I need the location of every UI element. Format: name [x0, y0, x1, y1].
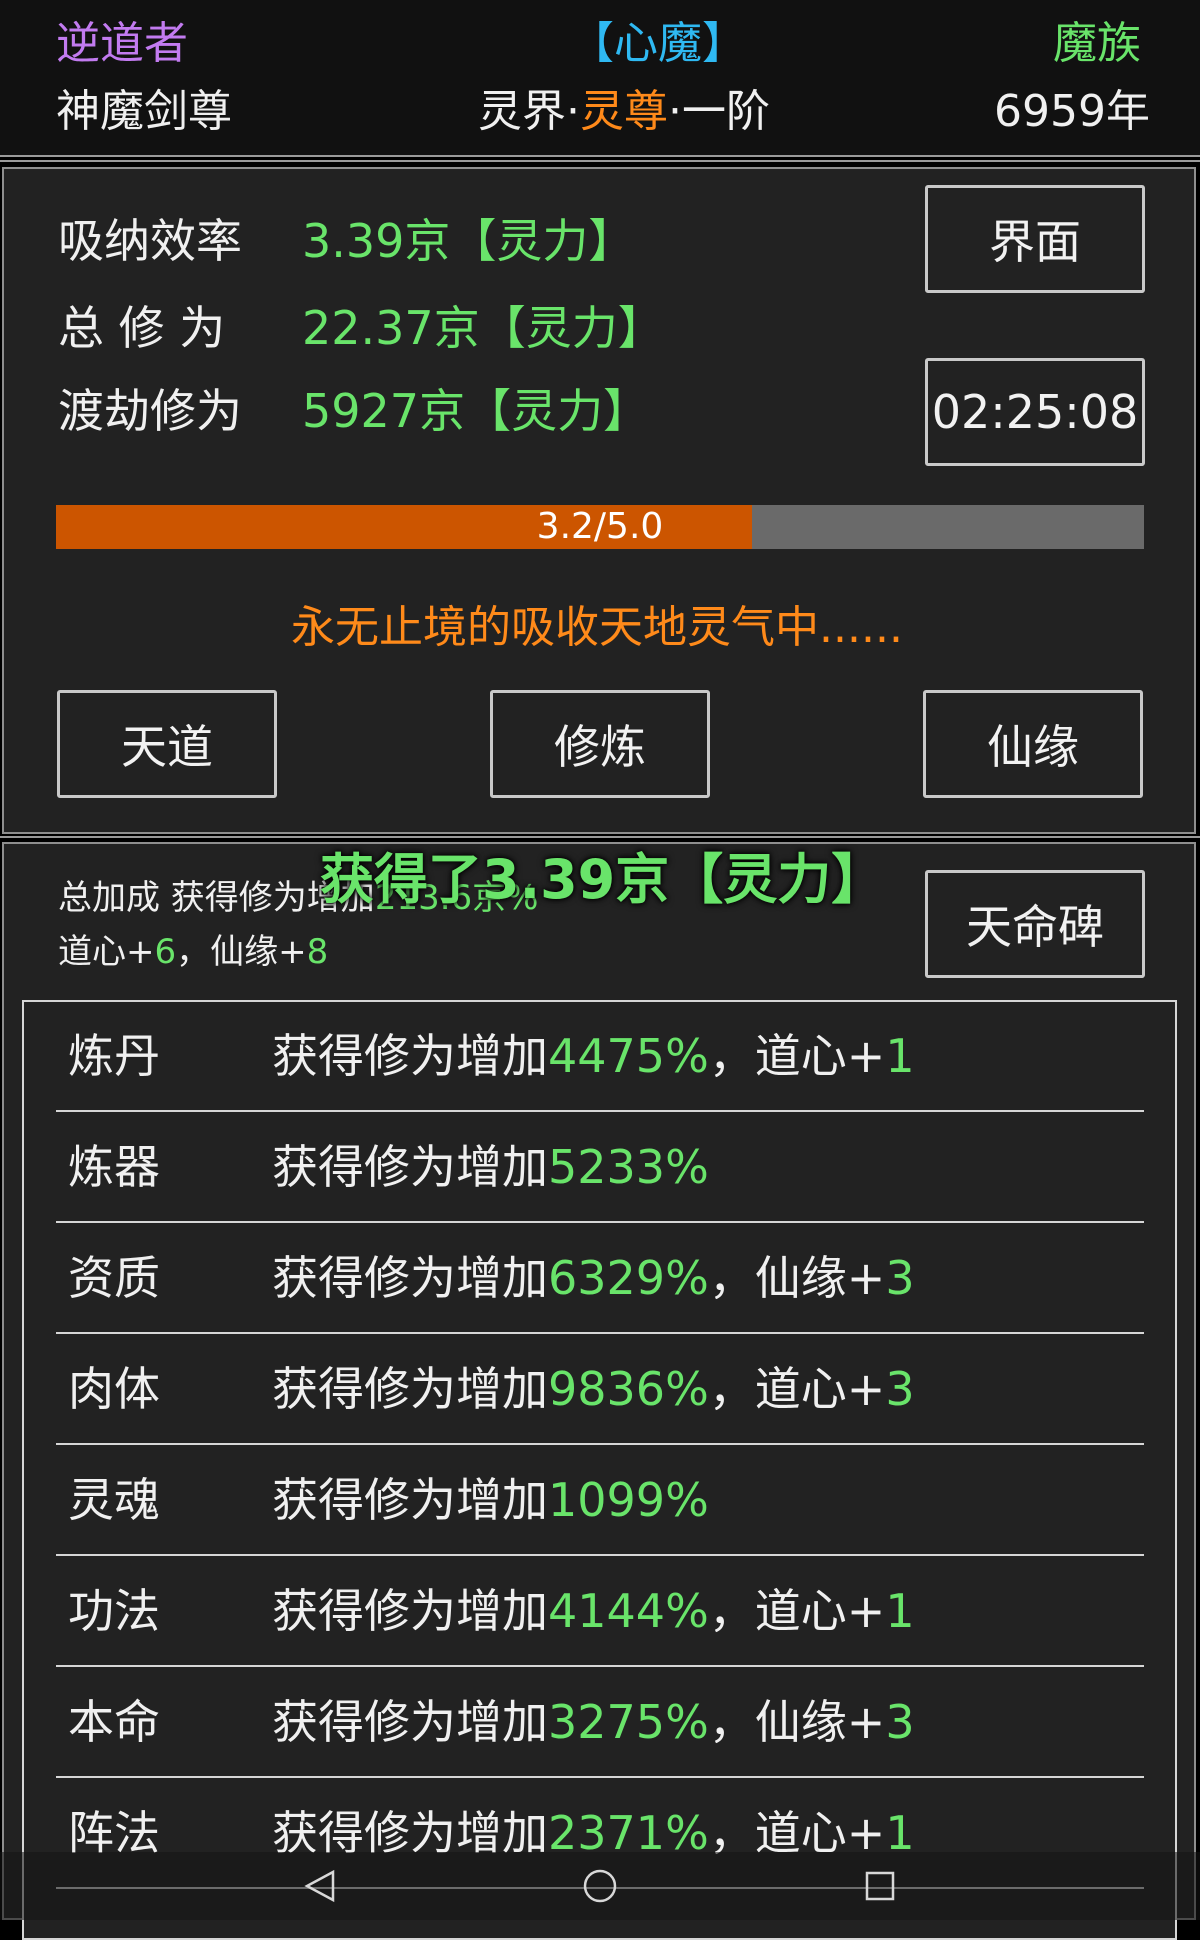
list-item-name: 资质 — [68, 1251, 160, 1305]
list-item-extra-value: 3 — [885, 1362, 915, 1416]
affliction-label: 【心魔】 — [570, 18, 746, 69]
panel-divider — [0, 836, 1200, 838]
list-item-desc-text: 获得修为增加 — [272, 1584, 548, 1638]
list-item-extra-label: ，仙缘+ — [708, 1251, 886, 1305]
list-item-desc-text: 获得修为增加 — [272, 1140, 548, 1194]
list-item-desc-text: 获得修为增加 — [272, 1362, 548, 1416]
list-item-extra-value: 1 — [885, 1029, 915, 1083]
heaven-way-button[interactable]: 天道 — [57, 690, 277, 798]
gain-notification: 获得了3.39京【灵力】 — [320, 848, 886, 911]
list-item-percent: 3275% — [548, 1695, 709, 1749]
list-item: 资质 获得修为增加6329%，仙缘+3 — [56, 1224, 1144, 1334]
age-label: 6959年 — [994, 86, 1150, 137]
list-item-desc: 获得修为增加4475%，道心+1 — [272, 1026, 915, 1086]
character-header: 逆道者 【心魔】 魔族 神魔剑尊 灵界·灵尊·一阶 6959年 — [0, 0, 1200, 157]
dao-heart-value: 6 — [154, 932, 177, 972]
list-item-extra-value: 3 — [885, 1695, 915, 1749]
header-divider — [0, 160, 1200, 162]
list-item-percent: 4475% — [548, 1029, 709, 1083]
realm-prefix: 灵界· — [478, 86, 580, 137]
race-label: 魔族 — [1053, 18, 1141, 69]
list-item: 本命 获得修为增加3275%，仙缘+3 — [56, 1668, 1144, 1778]
list-item-desc: 获得修为增加5233% — [272, 1137, 709, 1197]
list-item-percent: 4144% — [548, 1584, 709, 1638]
list-item-desc: 获得修为增加6329%，仙缘+3 — [272, 1248, 915, 1308]
realm-label: 灵界·灵尊·一阶 — [478, 84, 770, 140]
list-item-name: 炼器 — [68, 1140, 160, 1194]
progress-text: 3.2/5.0 — [536, 506, 664, 547]
character-title: 神魔剑尊 — [56, 86, 232, 137]
total-cultivation-label: 总 修 为 — [58, 301, 226, 355]
realm-suffix: ·一阶 — [668, 86, 770, 137]
fate-bonus-value: 8 — [306, 932, 329, 972]
tribulation-value: 5927京【灵力】 — [302, 384, 650, 438]
dao-heart-label: 道心+ — [58, 932, 155, 972]
list-item-percent: 5233% — [548, 1140, 709, 1194]
list-item-percent: 9836% — [548, 1362, 709, 1416]
list-item-extra-label: ，仙缘+ — [708, 1695, 886, 1749]
bonus-stats-line: 道心+6，仙缘+8 — [58, 928, 328, 976]
bonus-list: 炼丹 获得修为增加4475%，道心+1 炼器 获得修为增加5233% 资质 获得修为增加6… — [22, 1000, 1177, 1940]
list-item-desc: 获得修为增加3275%，仙缘+3 — [272, 1692, 915, 1752]
role-label: 逆道者 — [56, 18, 188, 69]
home-circle-icon[interactable] — [566, 1852, 634, 1920]
bonus-separator: ， — [176, 932, 211, 972]
destiny-stele-button[interactable]: 天命碑 — [925, 870, 1145, 978]
list-item-extra-value: 3 — [885, 1251, 915, 1305]
recents-square-icon[interactable] — [846, 1852, 914, 1920]
cultivate-button[interactable]: 修炼 — [490, 690, 710, 798]
list-item-desc: 获得修为增加9836%，道心+3 — [272, 1359, 915, 1419]
list-item: 炼器 获得修为增加5233% — [56, 1113, 1144, 1223]
list-item-extra-value: 1 — [885, 1584, 915, 1638]
list-item-desc-text: 获得修为增加 — [272, 1029, 548, 1083]
list-item-percent: 1099% — [548, 1473, 709, 1527]
total-cultivation-value: 22.37京【灵力】 — [302, 301, 664, 355]
list-item-extra-label: ，道心+ — [708, 1584, 886, 1638]
list-item-percent: 6329% — [548, 1251, 709, 1305]
absorb-rate-label: 吸纳效率 — [58, 214, 242, 268]
list-item-desc-text: 获得修为增加 — [272, 1473, 548, 1527]
list-item-name: 本命 — [68, 1695, 160, 1749]
tribulation-label: 渡劫修为 — [58, 384, 242, 438]
system-navigation-bar — [0, 1852, 1200, 1920]
list-item-extra-label: ，道心+ — [708, 1362, 886, 1416]
list-item: 肉体 获得修为增加9836%，道心+3 — [56, 1335, 1144, 1445]
list-item: 功法 获得修为增加4144%，道心+1 — [56, 1557, 1144, 1667]
list-item-name: 炼丹 — [68, 1029, 160, 1083]
timer-display: 02:25:08 — [925, 358, 1145, 466]
back-triangle-icon[interactable] — [286, 1852, 354, 1920]
fate-bonus-label: 仙缘+ — [210, 932, 307, 972]
list-item-extra-label: ，道心+ — [708, 1029, 886, 1083]
game-screen: 逆道者 【心魔】 魔族 神魔剑尊 灵界·灵尊·一阶 6959年 吸纳效率 3.3… — [0, 0, 1200, 1940]
list-item-name: 功法 — [68, 1584, 160, 1638]
interface-button[interactable]: 界面 — [925, 185, 1145, 293]
absorb-rate-value: 3.39京【灵力】 — [302, 214, 635, 268]
realm-highlight: 灵尊 — [580, 86, 668, 137]
list-item-name: 肉体 — [68, 1362, 160, 1416]
cultivation-progress-bar: 3.2/5.0 — [56, 505, 1144, 549]
fate-button[interactable]: 仙缘 — [923, 690, 1143, 798]
list-item: 炼丹 获得修为增加4475%，道心+1 — [56, 1002, 1144, 1112]
list-item-name: 灵魂 — [68, 1473, 160, 1527]
list-item-desc: 获得修为增加4144%，道心+1 — [272, 1581, 915, 1641]
list-item-desc: 获得修为增加1099% — [272, 1470, 709, 1530]
list-item: 灵魂 获得修为增加1099% — [56, 1446, 1144, 1556]
list-item-desc-text: 获得修为增加 — [272, 1695, 548, 1749]
list-item-desc-text: 获得修为增加 — [272, 1251, 548, 1305]
status-message: 永无止境的吸收天地灵气中...... — [291, 602, 903, 653]
